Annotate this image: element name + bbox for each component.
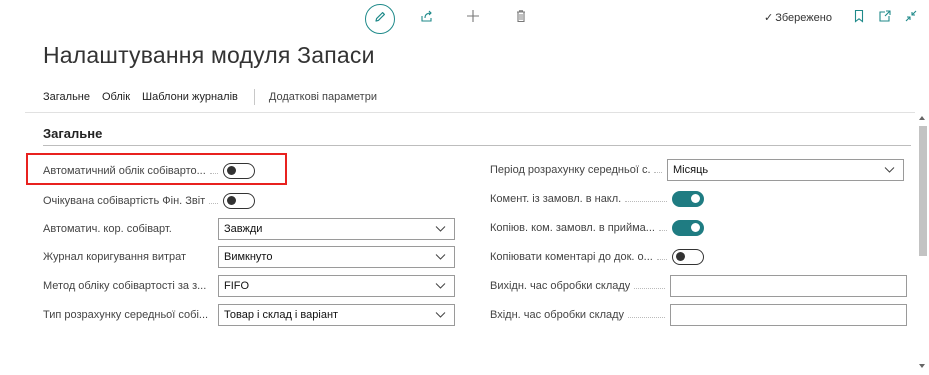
field-label: Комент. із замовл. в накл.	[490, 193, 622, 205]
field-automatic-cost-adjustment: Автоматич. кор. собіварт. Завжди	[43, 218, 458, 240]
field-label: Вхідн. час обробки складу	[490, 309, 625, 321]
toggle-knob	[691, 194, 700, 203]
section-divider	[43, 145, 911, 146]
automatic-cost-adjustment-select[interactable]: Завжди	[218, 218, 455, 240]
field-label: Період розрахунку середньої с...	[490, 164, 650, 176]
copy-comments-order-to-receipt-toggle[interactable]	[672, 220, 704, 236]
chevron-down-icon	[884, 164, 895, 178]
select-value: Вимкнуто	[224, 251, 273, 263]
page-title: Налаштування модуля Запаси	[43, 42, 375, 68]
field-label: Тип розрахунку середньої собі...	[43, 309, 209, 321]
field-leader-dots	[209, 194, 218, 204]
share-button[interactable]	[418, 9, 436, 27]
chevron-down-icon	[435, 223, 446, 237]
field-copy-comments-order-to-receipt: Копіюв. ком. замовл. в прийма...	[490, 217, 704, 239]
check-icon: ✓	[764, 12, 774, 24]
tab-accounting[interactable]: Облік	[102, 91, 130, 103]
expected-cost-posting-toggle[interactable]	[223, 193, 255, 209]
field-copy-comments-to-doc: Копіювати коментарі до док. о...	[490, 246, 704, 268]
field-leader-dots	[628, 308, 665, 318]
scroll-up-arrow-icon[interactable]	[919, 116, 925, 120]
share-icon	[420, 9, 434, 28]
field-label: Автоматич. кор. собіварт.	[43, 223, 172, 235]
toggle-knob	[691, 223, 700, 232]
field-cost-adjustment-log: Журнал коригування витрат Вимкнуто	[43, 246, 458, 268]
select-value: Товар і склад і варіант	[224, 309, 339, 321]
collapse-icon	[904, 9, 918, 28]
chevron-down-icon	[435, 251, 446, 265]
collapse-button[interactable]	[902, 9, 920, 27]
tab-bar: Загальне Облік Шаблони журналів Додатков…	[43, 89, 389, 105]
delete-button[interactable]	[512, 9, 530, 27]
tab-separator	[253, 89, 255, 105]
average-cost-period-select[interactable]: Місяць	[667, 159, 904, 181]
saved-label: Збережено	[775, 11, 832, 24]
chevron-down-icon	[435, 309, 446, 323]
average-cost-calc-type-select[interactable]: Товар і склад і варіант	[218, 304, 455, 326]
open-in-new-window-icon	[878, 9, 892, 28]
field-leader-dots	[625, 192, 667, 202]
plus-icon	[466, 9, 480, 28]
select-value: Місяць	[673, 164, 709, 176]
field-leader-dots	[656, 250, 667, 260]
inbound-whse-handling-time-input[interactable]	[670, 304, 907, 326]
field-expected-cost-posting: Очікувана собівартість Фін. Звіт	[43, 190, 255, 212]
field-leader-dots	[654, 163, 662, 173]
tabs-divider	[25, 112, 915, 113]
edit-button[interactable]	[365, 4, 395, 34]
outbound-whse-handling-time-input[interactable]	[670, 275, 907, 297]
field-copy-comments-order-to-invoice: Комент. із замовл. в накл.	[490, 188, 704, 210]
field-label: Копіюв. ком. замовл. в прийма...	[490, 222, 655, 234]
open-new-window-button[interactable]	[876, 9, 894, 27]
toggle-knob	[676, 252, 685, 261]
bookmark-button[interactable]	[850, 9, 868, 27]
field-costing-method: Метод обліку собівартості за з... FIFO	[43, 275, 458, 297]
highlight-box	[26, 153, 287, 185]
vertical-scrollbar[interactable]	[916, 112, 929, 375]
select-value: Завжди	[224, 223, 263, 235]
field-inbound-whse-handling-time: Вхідн. час обробки складу	[490, 304, 907, 326]
field-outbound-whse-handling-time: Вихідн. час обробки складу	[490, 275, 907, 297]
field-average-cost-calc-type: Тип розрахунку середньої собі... Товар і…	[43, 304, 458, 326]
tab-additional-parameters[interactable]: Додаткові параметри	[269, 91, 377, 103]
tab-general[interactable]: Загальне	[43, 91, 90, 103]
bookmark-icon	[853, 9, 865, 28]
field-label: Вихідн. час обробки складу	[490, 280, 631, 292]
saved-status: ✓ Збережено	[764, 11, 832, 25]
copy-comments-to-doc-toggle[interactable]	[672, 249, 704, 265]
costing-method-select[interactable]: FIFO	[218, 275, 455, 297]
cost-adjustment-log-select[interactable]: Вимкнуто	[218, 246, 455, 268]
select-value: FIFO	[224, 280, 250, 292]
field-leader-dots	[658, 221, 667, 231]
action-bar: ✓ Збережено	[0, 0, 929, 38]
new-button[interactable]	[464, 9, 482, 27]
chevron-down-icon	[435, 280, 446, 294]
field-label: Копіювати коментарі до док. о...	[490, 251, 653, 263]
trash-icon	[514, 9, 528, 28]
field-label: Метод обліку собівартості за з...	[43, 280, 207, 292]
field-average-cost-period: Період розрахунку середньої с... Місяць	[490, 159, 907, 181]
toggle-knob	[227, 196, 236, 205]
field-label: Журнал коригування витрат	[43, 251, 187, 263]
scroll-thumb[interactable]	[919, 126, 927, 256]
copy-comments-order-to-invoice-toggle[interactable]	[672, 191, 704, 207]
field-label: Очікувана собівартість Фін. Звіт	[43, 195, 206, 207]
pencil-icon	[373, 10, 387, 29]
field-leader-dots	[634, 279, 665, 289]
scroll-down-arrow-icon[interactable]	[919, 364, 925, 368]
section-title[interactable]: Загальне	[43, 126, 102, 141]
tab-journal-templates[interactable]: Шаблони журналів	[142, 91, 238, 103]
